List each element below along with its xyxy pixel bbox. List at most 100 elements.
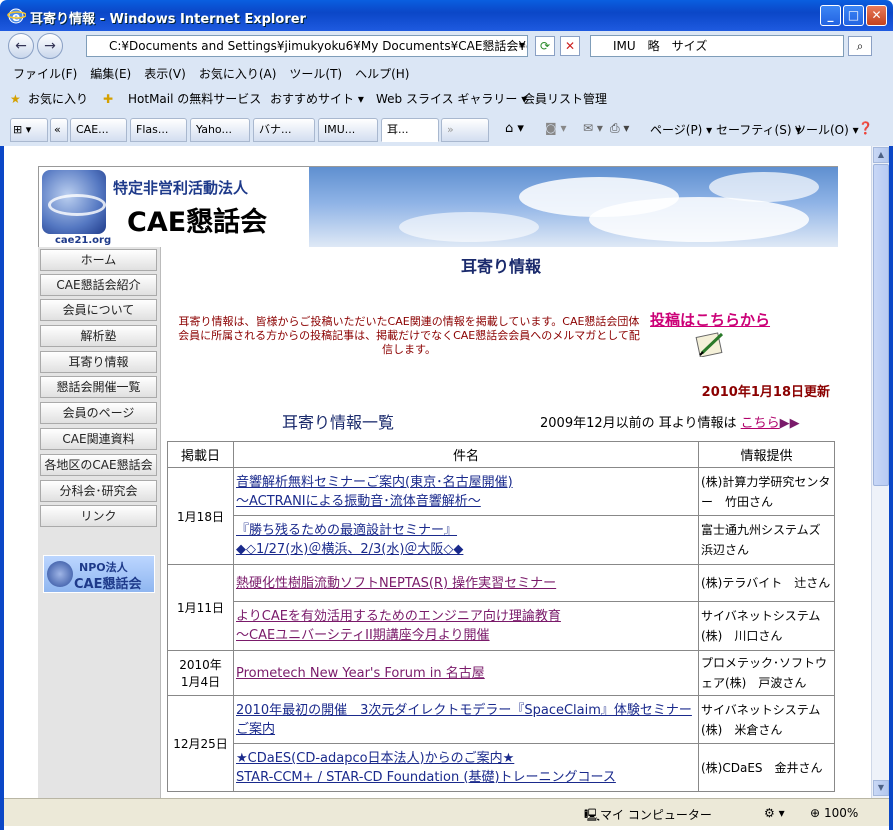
row-article-cell: Prometech New Year's Forum in 名古屋	[233, 650, 699, 696]
table-row: ★CDaES(CD-adapco日本法人)からのご案内★ STAR-CCM+ /…	[168, 743, 835, 792]
feeds-icon[interactable]: ◙ ▾	[545, 121, 566, 135]
forward-button[interactable]: →	[37, 33, 63, 59]
page-menu[interactable]: ページ(P) ▾	[650, 121, 712, 138]
print-icon[interactable]: ⎙ ▾	[610, 121, 629, 136]
sidebar-item-home[interactable]: ホーム	[40, 249, 157, 271]
menu-view[interactable]: 表示(V)	[144, 67, 186, 81]
tab-list-icon[interactable]: «	[50, 118, 68, 142]
add-favorite-icon[interactable]: ✚	[103, 86, 113, 112]
sidebar-item-analysis-school[interactable]: 解析塾	[40, 325, 157, 347]
tab-flash[interactable]: Flas...	[130, 118, 187, 142]
mail-icon[interactable]: ✉ ▾	[583, 121, 603, 135]
minimize-button[interactable]: _	[820, 5, 841, 26]
address-dropdown-icon[interactable]: ▾	[512, 36, 532, 56]
menu-file[interactable]: ファイル(F)	[13, 67, 77, 81]
page-title: 耳寄り情報	[460, 257, 541, 276]
row-date: 2010年 1月4日	[167, 650, 234, 696]
zoom-level[interactable]: 100%	[824, 806, 858, 820]
new-tab-button[interactable]: »	[441, 118, 489, 142]
table-row: 1月18日 音響解析無料セミナーご案内(東京･名古屋開催) ～ACTRANIによ…	[167, 467, 835, 565]
npo-banner[interactable]: NPO法人 CAE懇話会	[43, 555, 155, 593]
close-button[interactable]: ✕	[866, 5, 887, 26]
logo-emblem-icon	[42, 170, 106, 234]
article-link[interactable]: 熱硬化性樹脂流動ソフトNEPTAS(R) 操作実習セミナー	[236, 574, 696, 593]
sidebar-item-meetings[interactable]: 懇話会開催一覧	[40, 376, 157, 398]
older-link[interactable]: こちら	[741, 416, 780, 431]
sidebar-item-members-page[interactable]: 会員のページ	[40, 402, 157, 424]
menu-tools[interactable]: ツール(T)	[289, 67, 342, 81]
stop-icon[interactable]: ✕	[560, 36, 580, 56]
menu-favorites[interactable]: お気に入り(A)	[199, 67, 277, 81]
scroll-down-icon[interactable]: ▼	[873, 780, 889, 796]
sidebar-item-materials[interactable]: CAE関連資料	[40, 428, 157, 450]
refresh-icon[interactable]: ⟳	[535, 36, 555, 56]
tools-menu[interactable]: ツール(O) ▾	[794, 121, 859, 138]
home-icon[interactable]: ⌂ ▾	[505, 121, 524, 136]
header-sky-image	[309, 167, 838, 247]
fav-webslice[interactable]: Web スライス ギャラリー ▾	[376, 86, 527, 112]
pen-paper-icon[interactable]	[694, 331, 726, 357]
favorites-bar: ★ お気に入り ✚ HotMail の無料サービス おすすめサイト ▾ Web …	[0, 86, 893, 112]
tab-cae[interactable]: CAE...	[70, 118, 127, 142]
article-link[interactable]: よりCAEを有効活用するためのエンジニア向け理論教育 ～CAEユニバーシティII…	[236, 607, 696, 645]
sidebar-item-subcommittee[interactable]: 分科会･研究会	[40, 480, 157, 502]
sidebar-item-regional[interactable]: 各地区のCAE懇話会	[40, 454, 157, 476]
computer-icon: 🖳	[584, 808, 601, 822]
row-provider: サイバネットシステム(株) 米倉さん	[698, 695, 835, 744]
window-title: 耳寄り情報 - Windows Internet Explorer	[30, 12, 306, 27]
site-sidebar: ホーム CAE懇話会紹介 会員について 解析塾 耳寄り情報 懇話会開催一覧 会員…	[38, 247, 161, 798]
fav-member-list[interactable]: 会員リスト管理	[523, 86, 607, 112]
tab-yahoo[interactable]: Yaho...	[190, 118, 250, 142]
scroll-up-icon[interactable]: ▲	[873, 147, 889, 163]
article-link[interactable]: 『勝ち残るための最適設計セミナー』 ◆◇1/27(水)＠横浜、2/3(水)＠大阪…	[236, 521, 696, 559]
search-icon[interactable]: ⌕	[848, 36, 872, 56]
maximize-button[interactable]: □	[843, 5, 864, 26]
site-logo[interactable]: cae21.org 特定非営利活動法人 CAE懇話会	[39, 167, 309, 247]
tab-banner[interactable]: バナ...	[253, 118, 315, 142]
row-provider: (株)計算力学研究センター 竹田さん	[698, 467, 835, 516]
window-frame-right	[889, 31, 893, 830]
column-subject: 件名	[233, 441, 699, 468]
row-article-cell: 2010年最初の開催 3次元ダイレクトモデラー『SpaceClaim』体験セミナ…	[233, 695, 699, 744]
article-link[interactable]: 2010年最初の開催 3次元ダイレクトモデラー『SpaceClaim』体験セミナ…	[236, 701, 696, 739]
help-icon[interactable]: ❓	[858, 121, 873, 135]
table-row: 12月25日 2010年最初の開催 3次元ダイレクトモデラー『SpaceClai…	[167, 695, 835, 792]
arrow-right-icon[interactable]: ▶▶	[780, 416, 800, 431]
tab-imu[interactable]: IMU...	[318, 118, 378, 142]
row-provider: プロメテック･ソフトウェア(株) 戸波さん	[698, 650, 835, 696]
search-input[interactable]: IMU 略 サイズ	[590, 35, 844, 57]
table-header-row: 掲載日 件名 情報提供	[167, 441, 835, 468]
fav-suggested[interactable]: おすすめサイト ▾	[270, 86, 364, 112]
fav-hotmail[interactable]: HotMail の無料サービス	[128, 86, 261, 112]
logo-site-name: CAE懇話会	[127, 207, 268, 238]
safety-menu[interactable]: セーフティ(S) ▾	[716, 121, 801, 138]
article-link[interactable]: 音響解析無料セミナーご案内(東京･名古屋開催) ～ACTRANIによる振動音･流…	[236, 473, 696, 511]
back-button[interactable]: ←	[8, 33, 34, 59]
post-link[interactable]: 投稿はこちらから	[650, 309, 770, 330]
row-date: 1月11日	[167, 564, 234, 651]
sidebar-item-links[interactable]: リンク	[40, 505, 157, 527]
row-article-cell: ★CDaES(CD-adapco日本法人)からのご案内★ STAR-CCM+ /…	[233, 743, 699, 792]
sidebar-item-membership[interactable]: 会員について	[40, 299, 157, 321]
address-bar[interactable]: C:¥Documents and Settings¥jimukyoku6¥My …	[86, 35, 528, 57]
sidebar-item-about[interactable]: CAE懇話会紹介	[40, 274, 157, 296]
row-date: 12月25日	[167, 695, 234, 792]
page-content: cae21.org 特定非営利活動法人 CAE懇話会 ホーム CAE懇話会紹介 …	[38, 166, 838, 798]
zoom-icon[interactable]: ⊕	[810, 806, 820, 820]
row-article-cell: よりCAEを有効活用するためのエンジニア向け理論教育 ～CAEユニバーシティII…	[233, 601, 699, 651]
npo-banner-line2: CAE懇話会	[74, 577, 142, 592]
sidebar-item-news[interactable]: 耳寄り情報	[40, 351, 157, 373]
menu-help[interactable]: ヘルプ(H)	[355, 67, 409, 81]
article-link[interactable]: ★CDaES(CD-adapco日本法人)からのご案内★ STAR-CCM+ /…	[236, 749, 696, 787]
scroll-thumb[interactable]	[873, 164, 889, 486]
protected-mode-icon[interactable]: ⚙ ▾	[764, 806, 785, 820]
favorites-button[interactable]: お気に入り	[28, 86, 88, 112]
vertical-scrollbar[interactable]: ▲ ▼	[871, 146, 889, 798]
row-article-cell: 音響解析無料セミナーご案内(東京･名古屋開催) ～ACTRANIによる振動音･流…	[233, 467, 699, 516]
quick-tabs-icon[interactable]: ⊞ ▾	[10, 118, 48, 142]
menu-edit[interactable]: 編集(E)	[90, 67, 131, 81]
tab-active[interactable]: 耳...	[381, 118, 439, 142]
row-provider: サイバネットシステム(株) 川口さん	[698, 601, 835, 651]
article-link[interactable]: Prometech New Year's Forum in 名古屋	[236, 664, 696, 683]
row-article-cell: 熱硬化性樹脂流動ソフトNEPTAS(R) 操作実習セミナー	[233, 564, 699, 602]
